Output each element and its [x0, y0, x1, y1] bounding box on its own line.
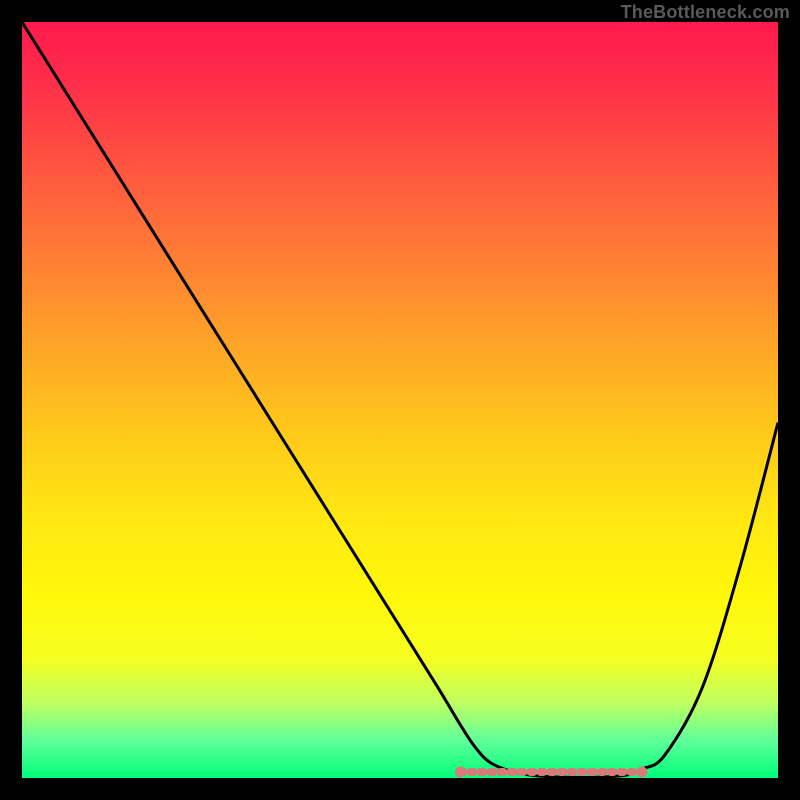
watermark-text: TheBottleneck.com	[621, 2, 790, 23]
plot-gradient-background	[22, 22, 778, 778]
chart-container: TheBottleneck.com	[0, 0, 800, 800]
